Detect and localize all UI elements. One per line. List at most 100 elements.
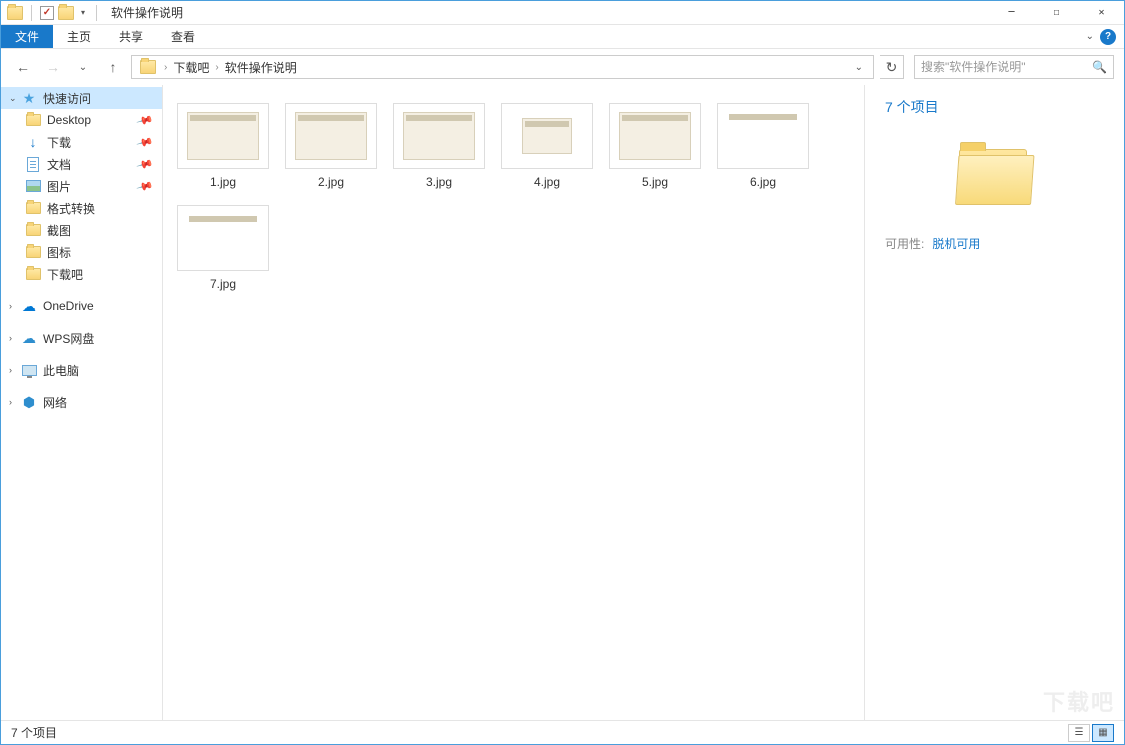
sidebar-item-label: 格式转换 [47,200,162,217]
folder-icon [25,222,41,238]
qat-dropdown-icon[interactable]: ▾ [78,8,88,17]
file-item[interactable]: 5.jpg [605,99,705,193]
folder-icon [25,200,41,216]
sidebar-xiazaiba[interactable]: 下载吧 [1,263,162,285]
file-item[interactable]: 4.jpg [497,99,597,193]
view-thumbnails-button[interactable]: ▦ [1092,724,1114,742]
title-bar: ✓ ▾ 软件操作说明 ─ ☐ ✕ [1,1,1124,25]
status-item-count: 7 个项目 [11,724,57,741]
pc-icon [21,362,37,378]
view-details-button[interactable]: ☰ [1068,724,1090,742]
file-name: 5.jpg [642,175,668,189]
sidebar-format-convert[interactable]: 格式转换 [1,197,162,219]
refresh-button[interactable]: ↻ [880,55,904,79]
qat-newfolder-icon[interactable] [58,6,74,20]
nav-back-button[interactable]: ← [11,55,35,79]
sidebar-item-label: WPS网盘 [43,330,162,347]
sidebar-item-label: OneDrive [43,299,162,313]
chevron-right-icon: › [164,62,167,73]
sidebar-desktop[interactable]: Desktop 📌 [1,109,162,131]
sidebar-icons[interactable]: 图标 [1,241,162,263]
help-icon[interactable]: ? [1100,29,1116,45]
separator [96,5,97,21]
app-folder-icon [7,6,23,20]
file-thumbnail [177,103,269,169]
sidebar-item-label: 截图 [47,222,162,239]
file-thumbnail [285,103,377,169]
file-thumbnail [501,103,593,169]
file-item[interactable]: 3.jpg [389,99,489,193]
ribbon: 文件 主页 共享 查看 ⌄ ? [1,25,1124,49]
sidebar-item-label: 下载吧 [47,266,162,283]
file-name: 1.jpg [210,175,236,189]
breadcrumb-folder-icon [140,60,156,74]
folder-icon [25,266,41,282]
navigation-bar: ← → ⌄ ↑ › 下载吧 › 软件操作说明 ⌄ ↻ 🔍 [1,49,1124,85]
sidebar-onedrive[interactable]: › ☁ OneDrive [1,295,162,317]
tab-share[interactable]: 共享 [105,25,157,48]
qat-properties-icon[interactable]: ✓ [40,6,54,20]
nav-up-button[interactable]: ↑ [101,55,125,79]
status-bar: 7 个项目 ☰ ▦ [1,720,1124,744]
ribbon-expand-icon[interactable]: ⌄ [1086,31,1094,42]
file-thumbnail [609,103,701,169]
pictures-icon [25,178,41,194]
sidebar-quick-access[interactable]: ⌄ ★ 快速访问 [1,87,162,109]
collapse-icon[interactable]: ⌄ [9,93,21,104]
details-availability-label: 可用性: [885,235,924,252]
breadcrumb-dropdown-icon[interactable]: ⌄ [849,62,869,73]
details-folder-icon [955,141,1035,205]
sidebar-item-label: 网络 [43,394,162,411]
maximize-button[interactable]: ☐ [1034,1,1079,25]
breadcrumb-item[interactable]: 软件操作说明 [223,59,299,76]
file-name: 4.jpg [534,175,560,189]
close-button[interactable]: ✕ [1079,1,1124,25]
documents-icon [25,156,41,172]
tab-home[interactable]: 主页 [53,25,105,48]
onedrive-icon: ☁ [21,298,37,314]
nav-recent-dropdown[interactable]: ⌄ [71,55,95,79]
breadcrumb[interactable]: › 下载吧 › 软件操作说明 ⌄ [131,55,874,79]
file-item[interactable]: 7.jpg [173,201,273,295]
minimize-button[interactable]: ─ [989,1,1034,25]
sidebar-downloads[interactable]: ↓ 下载 📌 [1,131,162,153]
tab-file[interactable]: 文件 [1,25,53,48]
expand-icon[interactable]: › [9,365,21,375]
sidebar-item-label: 图标 [47,244,162,261]
sidebar-this-pc[interactable]: › 此电脑 [1,359,162,381]
network-icon: ⬢ [21,394,37,410]
search-input[interactable] [921,60,1092,74]
nav-forward-button[interactable]: → [41,55,65,79]
sidebar-network[interactable]: › ⬢ 网络 [1,391,162,413]
file-item[interactable]: 6.jpg [713,99,813,193]
sidebar-documents[interactable]: 文档 📌 [1,153,162,175]
search-box[interactable]: 🔍 [914,55,1114,79]
tab-view[interactable]: 查看 [157,25,209,48]
separator [31,5,32,21]
breadcrumb-item[interactable]: 下载吧 [171,59,211,76]
details-pane: 7 个项目 可用性: 脱机可用 [864,85,1124,720]
desktop-icon [25,112,41,128]
navigation-pane[interactable]: ⌄ ★ 快速访问 Desktop 📌 ↓ 下载 📌 文档 📌 图片 📌 格式转换 [1,85,163,720]
expand-icon[interactable]: › [9,301,21,311]
file-name: 6.jpg [750,175,776,189]
sidebar-pictures[interactable]: 图片 📌 [1,175,162,197]
file-thumbnail [393,103,485,169]
expand-icon[interactable]: › [9,333,21,343]
quick-access-toolbar: ✓ ▾ 软件操作说明 [1,4,183,21]
sidebar-wps[interactable]: › ☁ WPS网盘 [1,327,162,349]
details-title: 7 个项目 [885,97,1104,117]
window-title: 软件操作说明 [111,4,183,21]
search-icon[interactable]: 🔍 [1092,60,1107,74]
chevron-right-icon: › [215,62,218,73]
file-item[interactable]: 2.jpg [281,99,381,193]
expand-icon[interactable]: › [9,397,21,407]
sidebar-screenshot[interactable]: 截图 [1,219,162,241]
sidebar-item-label: 快速访问 [43,90,162,107]
details-availability-value: 脱机可用 [932,235,980,252]
file-list[interactable]: 1.jpg 2.jpg 3.jpg 4.jpg 5.jpg 6.jpg 7.jpg [163,85,864,720]
file-thumbnail [177,205,269,271]
file-item[interactable]: 1.jpg [173,99,273,193]
file-name: 2.jpg [318,175,344,189]
star-icon: ★ [21,90,37,106]
